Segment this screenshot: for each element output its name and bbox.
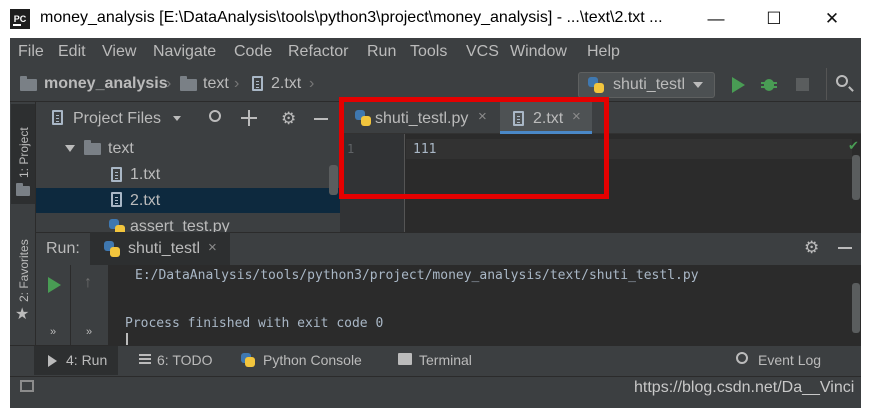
menu-edit[interactable]: Edit (58, 43, 86, 61)
file-icon (252, 76, 263, 91)
python-icon (241, 353, 255, 367)
chevron-down-icon[interactable] (173, 116, 181, 121)
stop-icon[interactable] (796, 78, 809, 91)
menu-run[interactable]: Run (367, 43, 396, 61)
editor-scrollbar[interactable] (852, 155, 860, 200)
file-icon (111, 192, 122, 207)
debug-icon[interactable] (761, 76, 777, 92)
tree-item-folder[interactable]: text (108, 140, 134, 158)
run-configuration-label: shuti_testl (613, 76, 686, 93)
menu-file[interactable]: File (18, 43, 44, 61)
run-icon[interactable] (732, 77, 745, 93)
more-actions-icon[interactable]: » (86, 326, 92, 338)
tool-terminal[interactable]: Terminal (419, 352, 472, 368)
folder-icon (180, 76, 197, 91)
tree-selection (36, 188, 340, 213)
breadcrumb-separator: › (166, 75, 172, 92)
run-icon (48, 355, 57, 367)
tool-todo[interactable]: 6: TODO (157, 352, 213, 368)
folder-icon (20, 76, 37, 91)
breadcrumb-file[interactable]: 2.txt (271, 75, 301, 93)
breadcrumb-separator: › (309, 75, 315, 92)
gear-icon[interactable]: ⚙ (804, 238, 819, 258)
event-log-icon (736, 352, 748, 364)
hide-panel-icon[interactable] (314, 118, 328, 120)
tree-item-file[interactable]: 1.txt (130, 166, 160, 184)
tool-run[interactable]: 4: Run (66, 352, 107, 368)
locate-icon[interactable] (209, 110, 221, 122)
minimize-button[interactable]: — (686, 0, 746, 38)
breadcrumb-folder[interactable]: text (203, 75, 229, 93)
expand-arrow-icon[interactable] (65, 145, 75, 152)
breadcrumb-separator: › (234, 75, 240, 92)
rerun-icon[interactable] (48, 277, 61, 293)
collapse-all-icon[interactable] (241, 110, 257, 126)
chevron-down-icon (693, 82, 703, 88)
menu-view[interactable]: View (102, 43, 136, 61)
project-scrollbar[interactable] (329, 165, 338, 195)
window-title: money_analysis [E:\DataAnalysis\tools\py… (40, 9, 663, 26)
project-tool-label: 1: Project (17, 127, 31, 178)
maximize-button[interactable]: ☐ (744, 0, 804, 38)
menu-tools[interactable]: Tools (410, 43, 447, 61)
run-tab-label: shuti_testl (128, 240, 201, 257)
tree-item-file-selected[interactable]: 2.txt (130, 192, 160, 210)
pycharm-logo-icon: PC (10, 9, 30, 29)
more-actions-icon[interactable]: » (50, 326, 56, 338)
menu-code[interactable]: Code (234, 43, 272, 61)
tool-event-log[interactable]: Event Log (758, 352, 821, 368)
tab-overflow-icon[interactable] (862, 118, 870, 134)
menu-vcs[interactable]: VCS (466, 43, 499, 61)
highlight-box (339, 97, 609, 199)
menu-window[interactable]: Window (510, 43, 567, 61)
hide-panel-icon[interactable] (838, 247, 852, 249)
breadcrumb-project[interactable]: money_analysis (44, 75, 168, 93)
file-icon (52, 110, 63, 125)
star-icon: ★ (15, 306, 30, 323)
menu-navigate[interactable]: Navigate (153, 43, 216, 61)
gear-icon[interactable]: ⚙ (281, 109, 296, 129)
todo-icon (139, 354, 151, 356)
console-scrollbar[interactable] (852, 283, 860, 333)
search-icon[interactable] (836, 75, 848, 87)
tool-python-console[interactable]: Python Console (263, 352, 362, 368)
console-line: Process finished with exit code 0 (125, 316, 384, 331)
layout-icon[interactable] (20, 380, 34, 392)
folder-icon (16, 183, 30, 196)
up-arrow-icon[interactable]: ↑ (84, 274, 92, 292)
project-panel-title[interactable]: Project Files (73, 110, 161, 128)
python-icon (588, 77, 604, 93)
favorites-tool-label[interactable]: 2: Favorites (17, 239, 31, 302)
toolbar-divider (826, 68, 827, 100)
folder-icon (84, 140, 101, 155)
close-tab-icon[interactable]: × (208, 239, 217, 256)
file-icon (111, 167, 122, 182)
console-line: E:/DataAnalysis/tools/python3/project/mo… (135, 268, 699, 283)
close-button[interactable]: ✕ (802, 0, 862, 38)
python-icon (104, 241, 120, 257)
terminal-icon (398, 353, 412, 365)
menu-help[interactable]: Help (587, 43, 620, 61)
menu-refactor[interactable]: Refactor (288, 43, 348, 61)
check-icon: ✔ (848, 138, 859, 153)
run-panel-label: Run: (46, 240, 80, 257)
watermark-text: https://blog.csdn.net/Da__Vinci (634, 379, 855, 396)
